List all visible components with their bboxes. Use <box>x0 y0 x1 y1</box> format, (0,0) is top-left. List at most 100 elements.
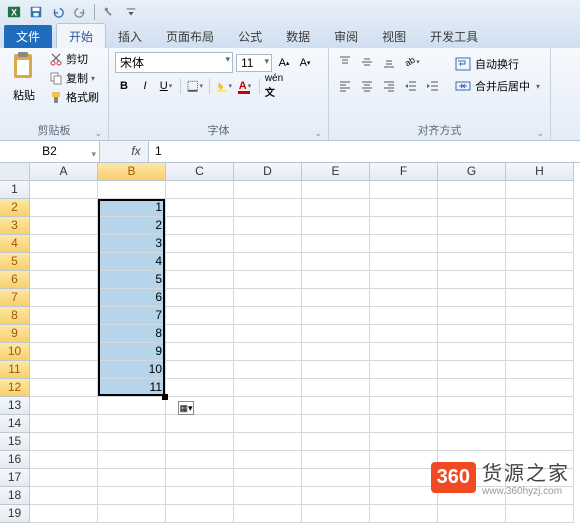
cell-H1[interactable] <box>506 181 574 199</box>
cell-E7[interactable] <box>302 289 370 307</box>
cell-H13[interactable] <box>506 397 574 415</box>
row-header-15[interactable]: 15 <box>0 433 30 451</box>
cell-E2[interactable] <box>302 199 370 217</box>
cell-E8[interactable] <box>302 307 370 325</box>
cell-D10[interactable] <box>234 343 302 361</box>
cell-E1[interactable] <box>302 181 370 199</box>
cell-D18[interactable] <box>234 487 302 505</box>
cell-B13[interactable] <box>98 397 166 415</box>
cell-E15[interactable] <box>302 433 370 451</box>
cell-G8[interactable] <box>438 307 506 325</box>
cell-C1[interactable] <box>166 181 234 199</box>
cell-B18[interactable] <box>98 487 166 505</box>
cell-G6[interactable] <box>438 271 506 289</box>
cell-H19[interactable] <box>506 505 574 523</box>
tool-icon[interactable] <box>99 2 119 22</box>
cell-C16[interactable] <box>166 451 234 469</box>
cell-B2[interactable]: 1 <box>98 199 166 217</box>
select-all-corner[interactable] <box>0 163 30 181</box>
cell-E12[interactable] <box>302 379 370 397</box>
cell-H8[interactable] <box>506 307 574 325</box>
namebox-expand-icon[interactable] <box>100 141 124 162</box>
row-header-7[interactable]: 7 <box>0 289 30 307</box>
copy-button[interactable]: 复制▾ <box>46 69 102 87</box>
decrease-font-icon[interactable]: A▾ <box>296 54 314 72</box>
cell-E19[interactable] <box>302 505 370 523</box>
cell-H15[interactable] <box>506 433 574 451</box>
qat-dropdown-icon[interactable] <box>121 2 141 22</box>
cell-F17[interactable] <box>370 469 438 487</box>
cell-G2[interactable] <box>438 199 506 217</box>
cell-D17[interactable] <box>234 469 302 487</box>
row-header-18[interactable]: 18 <box>0 487 30 505</box>
merge-center-button[interactable]: 合并后居中▾ <box>451 76 544 96</box>
tab-data[interactable]: 数据 <box>274 24 322 48</box>
cell-A9[interactable] <box>30 325 98 343</box>
cell-D9[interactable] <box>234 325 302 343</box>
row-header-10[interactable]: 10 <box>0 343 30 361</box>
cell-G14[interactable] <box>438 415 506 433</box>
cell-G15[interactable] <box>438 433 506 451</box>
cell-E3[interactable] <box>302 217 370 235</box>
cell-D6[interactable] <box>234 271 302 289</box>
bold-button[interactable]: B <box>115 77 133 95</box>
tab-developer[interactable]: 开发工具 <box>418 24 490 48</box>
align-center-icon[interactable] <box>357 76 377 96</box>
cell-C13[interactable] <box>166 397 234 415</box>
cell-F10[interactable] <box>370 343 438 361</box>
cell-G11[interactable] <box>438 361 506 379</box>
cell-B10[interactable]: 9 <box>98 343 166 361</box>
column-header-A[interactable]: A <box>30 163 98 181</box>
row-header-2[interactable]: 2 <box>0 199 30 217</box>
cell-E10[interactable] <box>302 343 370 361</box>
cell-A10[interactable] <box>30 343 98 361</box>
cell-G3[interactable] <box>438 217 506 235</box>
row-header-1[interactable]: 1 <box>0 181 30 199</box>
cell-E17[interactable] <box>302 469 370 487</box>
row-header-19[interactable]: 19 <box>0 505 30 523</box>
autofill-options-icon[interactable]: ▦▾ <box>178 401 194 415</box>
fill-color-button[interactable] <box>215 77 233 95</box>
cell-C3[interactable] <box>166 217 234 235</box>
cell-C17[interactable] <box>166 469 234 487</box>
cell-B4[interactable]: 3 <box>98 235 166 253</box>
cell-B12[interactable]: 11 <box>98 379 166 397</box>
cell-H7[interactable] <box>506 289 574 307</box>
tab-view[interactable]: 视图 <box>370 24 418 48</box>
cell-A4[interactable] <box>30 235 98 253</box>
tab-review[interactable]: 审阅 <box>322 24 370 48</box>
column-header-B[interactable]: B <box>98 163 166 181</box>
cell-D11[interactable] <box>234 361 302 379</box>
cell-A8[interactable] <box>30 307 98 325</box>
font-size-combo[interactable]: 11 <box>236 54 272 72</box>
column-header-H[interactable]: H <box>506 163 574 181</box>
cell-H3[interactable] <box>506 217 574 235</box>
cell-B6[interactable]: 5 <box>98 271 166 289</box>
cell-B3[interactable]: 2 <box>98 217 166 235</box>
column-header-D[interactable]: D <box>234 163 302 181</box>
cell-C9[interactable] <box>166 325 234 343</box>
border-button[interactable] <box>186 77 204 95</box>
cell-A3[interactable] <box>30 217 98 235</box>
cell-F2[interactable] <box>370 199 438 217</box>
cell-A13[interactable] <box>30 397 98 415</box>
cell-E9[interactable] <box>302 325 370 343</box>
cell-D1[interactable] <box>234 181 302 199</box>
increase-font-icon[interactable]: A▴ <box>275 54 293 72</box>
cell-B9[interactable]: 8 <box>98 325 166 343</box>
underline-button[interactable]: U <box>157 77 175 95</box>
cell-G9[interactable] <box>438 325 506 343</box>
cell-A11[interactable] <box>30 361 98 379</box>
cell-B15[interactable] <box>98 433 166 451</box>
cell-G13[interactable] <box>438 397 506 415</box>
cell-H6[interactable] <box>506 271 574 289</box>
cell-A7[interactable] <box>30 289 98 307</box>
cell-A5[interactable] <box>30 253 98 271</box>
cell-H4[interactable] <box>506 235 574 253</box>
cell-G7[interactable] <box>438 289 506 307</box>
cell-D16[interactable] <box>234 451 302 469</box>
row-header-17[interactable]: 17 <box>0 469 30 487</box>
cell-D3[interactable] <box>234 217 302 235</box>
cell-B7[interactable]: 6 <box>98 289 166 307</box>
cell-G12[interactable] <box>438 379 506 397</box>
